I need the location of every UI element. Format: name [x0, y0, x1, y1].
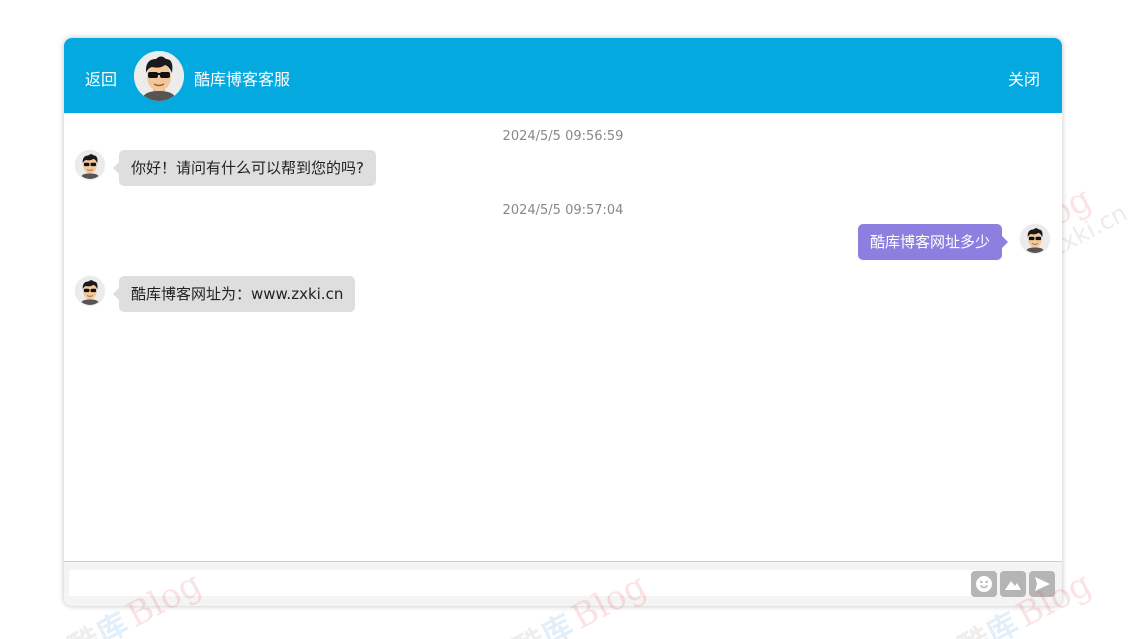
agent-avatar — [134, 51, 184, 101]
emoji-button[interactable] — [971, 571, 997, 597]
chat-window: 返回 酷库博客客服 关闭 2024/5/5 09:56:59 你好！请问有什么可… — [64, 38, 1062, 606]
user-avatar-small — [1021, 225, 1049, 253]
user-face-icon — [1021, 225, 1049, 253]
message-timestamp: 2024/5/5 09:56:59 — [502, 129, 624, 144]
agent-face-icon — [76, 151, 104, 179]
agent-face-icon — [134, 51, 184, 101]
image-button[interactable] — [1000, 571, 1026, 597]
page: 酷库Blog www.zxki.cn 酷库Blog www.zxki.cn 酷库… — [0, 0, 1135, 639]
message-bubble-incoming: 酷库博客网址为：www.zxki.cn — [112, 276, 356, 312]
send-icon — [1035, 577, 1050, 591]
message-timestamp: 2024/5/5 09:57:04 — [502, 203, 624, 218]
emoji-icon — [976, 576, 992, 592]
composer — [64, 561, 1062, 606]
message-bubble-incoming: 你好！请问有什么可以帮到您的吗? — [113, 150, 376, 186]
chat-title: 酷库博客客服 — [194, 70, 291, 89]
message-list[interactable]: 2024/5/5 09:56:59 你好！请问有什么可以帮到您的吗? 2024/… — [64, 113, 1062, 561]
chat-header: 返回 酷库博客客服 关闭 — [64, 38, 1062, 113]
close-button[interactable]: 关闭 — [1008, 66, 1040, 90]
send-button[interactable] — [1029, 571, 1055, 597]
back-button[interactable]: 返回 — [85, 66, 117, 90]
message-input[interactable] — [69, 570, 976, 596]
agent-face-icon — [76, 277, 104, 305]
image-icon — [1005, 581, 1021, 590]
message-bubble-outgoing: 酷库博客网址多少 — [857, 224, 1009, 260]
agent-avatar-small — [76, 151, 104, 179]
agent-avatar-small — [76, 277, 104, 305]
